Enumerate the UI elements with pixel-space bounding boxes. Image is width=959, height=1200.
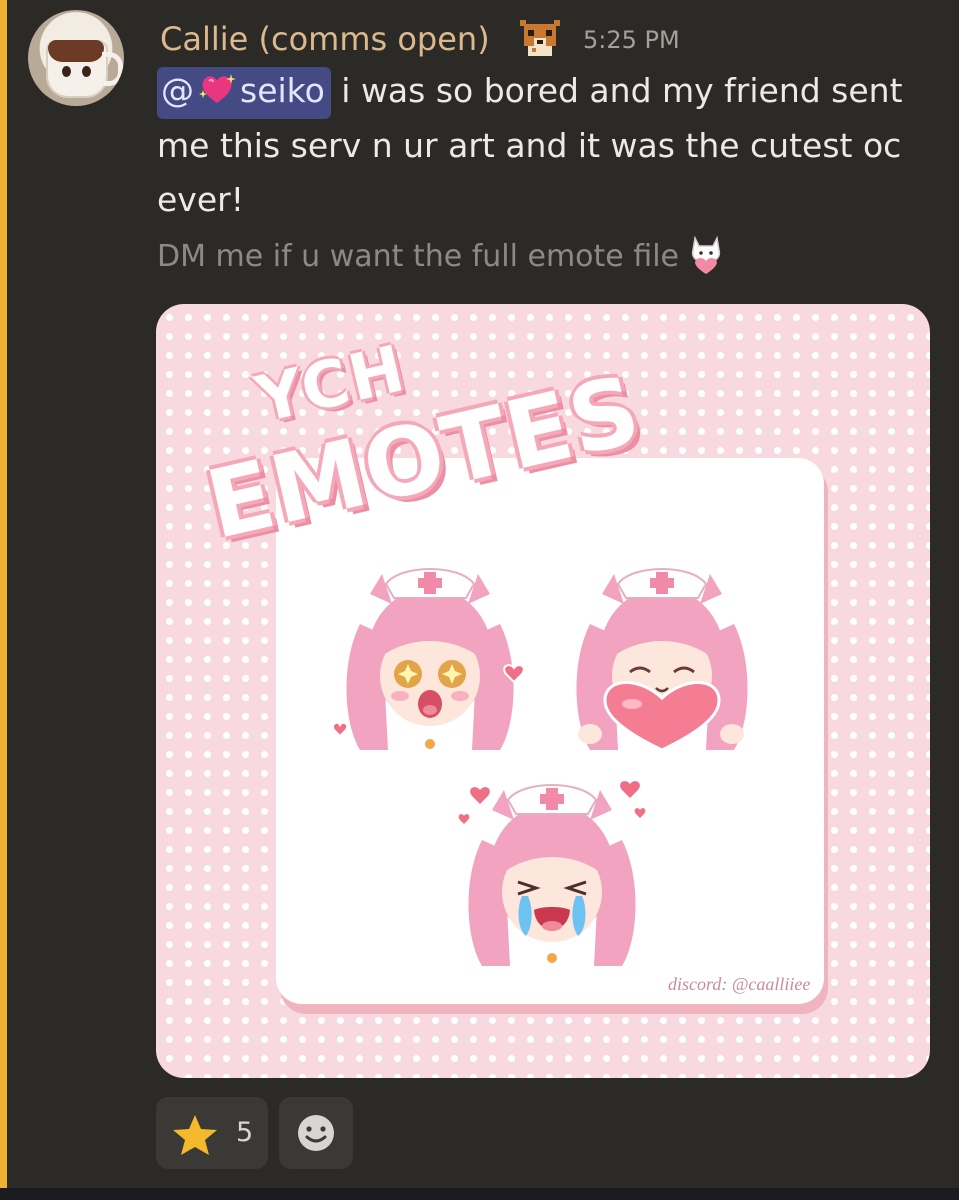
emote-crying-image xyxy=(458,781,646,966)
star-icon xyxy=(173,1115,217,1155)
message-timestamp[interactable]: 5:25 PM xyxy=(583,25,680,55)
artist-credit: discord: @caalliiee xyxy=(668,974,811,994)
message-container: Callie (comms open) 5:25 PM @ seiko i was… xyxy=(0,0,959,1188)
add-reaction-button[interactable] xyxy=(279,1097,353,1169)
avatar-eye-left xyxy=(62,66,71,77)
sparkling-heart-icon xyxy=(198,71,236,119)
bottom-divider xyxy=(0,1188,959,1200)
add-reaction-smile-icon xyxy=(298,1115,334,1151)
message-content: @ seiko i was so bored and my friend sent… xyxy=(157,64,927,227)
star-reaction-count: 5 xyxy=(236,1117,254,1148)
avatar-mug-handle xyxy=(102,52,123,86)
avatar-hair-shape xyxy=(48,40,104,62)
subtext-label: DM me if u want the full emote file xyxy=(157,239,679,274)
star-reaction-button[interactable]: 5 xyxy=(156,1097,268,1169)
cat-heart-emoji-icon xyxy=(685,234,727,292)
image-attachment[interactable]: YCH EMOTES discord: @caalliiee xyxy=(156,304,930,1078)
avatar[interactable] xyxy=(28,10,124,106)
mention-highlight-bar xyxy=(0,0,7,1188)
mention-at-symbol: @ xyxy=(161,71,194,110)
emote-surprised-image xyxy=(331,568,525,750)
mention-name: seiko xyxy=(240,71,325,110)
message-subtext: DM me if u want the full emote file xyxy=(157,230,727,292)
deer-role-icon[interactable] xyxy=(516,18,564,58)
emote-heart-hug-image xyxy=(576,568,748,750)
avatar-eye-right xyxy=(82,66,91,77)
author-name[interactable]: Callie (comms open) xyxy=(160,19,490,59)
user-mention[interactable]: @ seiko xyxy=(157,67,331,119)
